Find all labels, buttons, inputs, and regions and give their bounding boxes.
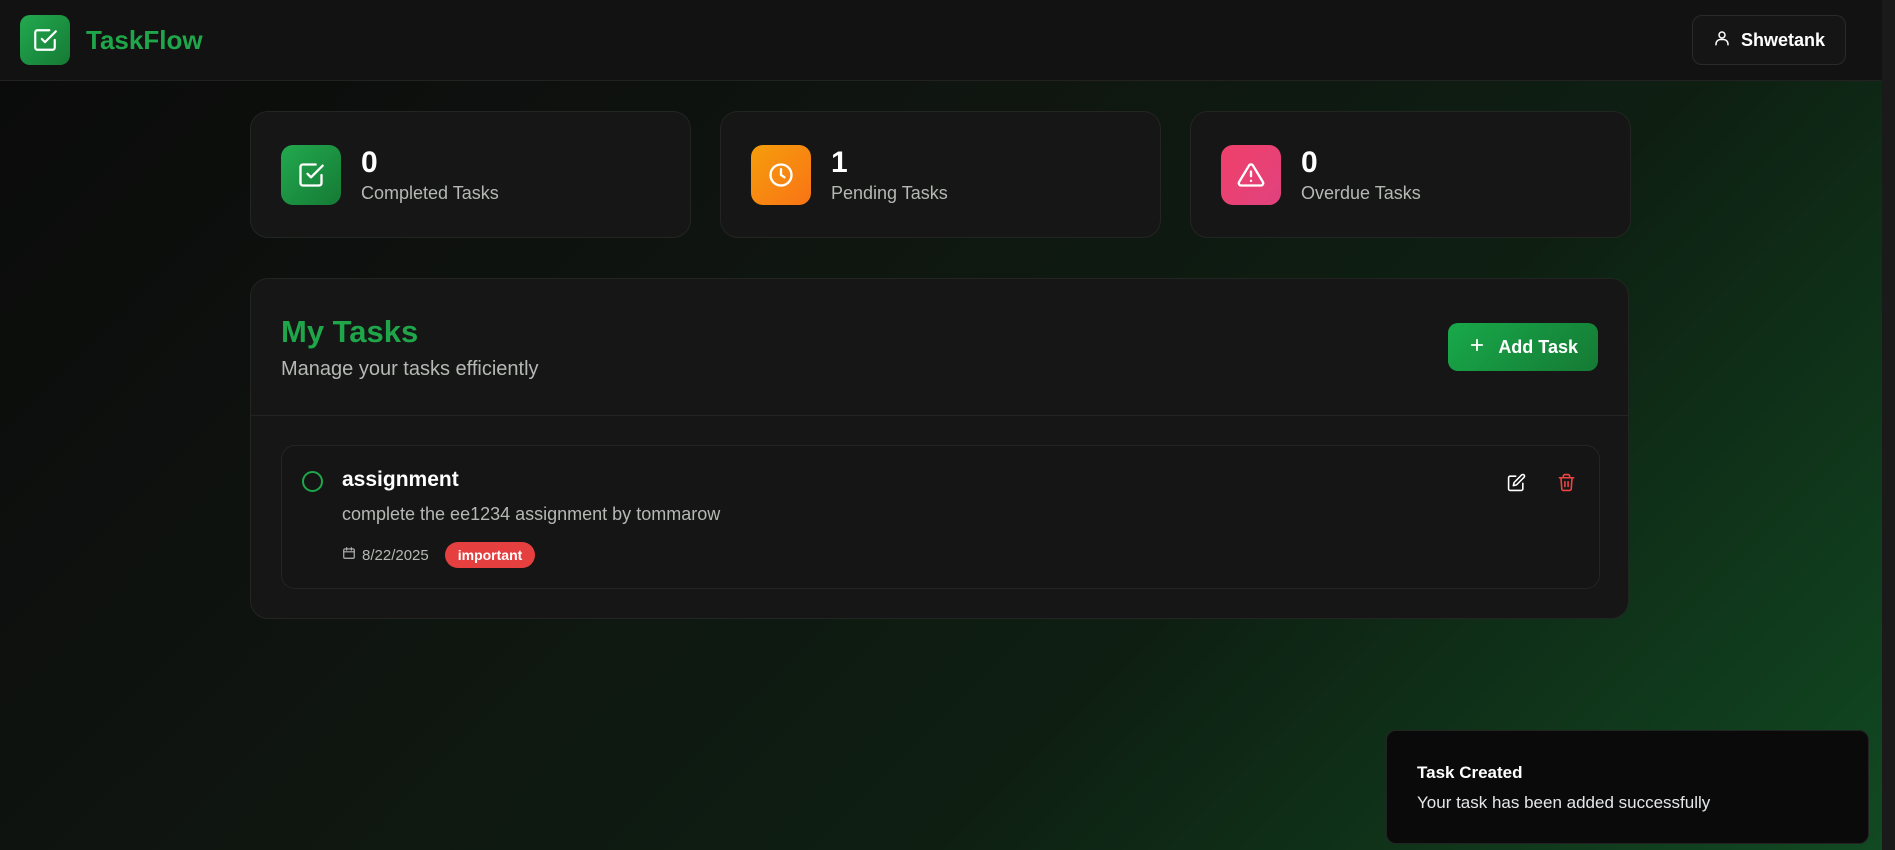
page-scrollbar[interactable] [1882,0,1895,850]
toast-message: Your task has been added successfully [1417,793,1711,812]
user-icon [1713,29,1731,52]
task-description: complete the ee1234 assignment by tommar… [342,504,721,524]
task-priority-badge: important [444,542,536,568]
brand-name: TaskFlow [86,24,203,55]
edit-icon [1507,473,1526,497]
alert-triangle-icon [1221,144,1281,205]
toast-title: Task Created [1417,763,1523,782]
edit-task-button[interactable] [1503,472,1529,498]
task-date-text: 8/22/2025 [362,546,429,564]
stat-value: 0 [361,145,378,179]
stat-label: Overdue Tasks [1301,182,1421,203]
trash-icon [1557,473,1576,497]
stat-value: 1 [831,145,848,179]
user-name: Shwetank [1740,29,1825,50]
plus-icon [1468,336,1486,359]
tasks-title: My Tasks [281,313,419,349]
toast-notification[interactable]: Task Created Your task has been added su… [1386,730,1869,844]
check-square-icon [281,144,341,205]
user-menu-button[interactable]: Shwetank [1691,15,1846,65]
stat-label: Completed Tasks [361,182,499,203]
task-meta: 8/22/2025 important [342,542,536,568]
add-task-button[interactable]: Add Task [1448,323,1598,371]
stat-value: 0 [1301,145,1318,179]
top-header: TaskFlow Shwetank [0,0,1882,81]
delete-task-button[interactable] [1553,472,1579,498]
stat-card-pending: 1 Pending Tasks [720,111,1161,238]
stat-card-completed: 0 Completed Tasks [250,111,691,238]
task-due-date: 8/22/2025 [342,546,429,564]
task-complete-checkbox[interactable] [302,471,323,492]
task-item: assignment complete the ee1234 assignmen… [281,445,1600,589]
brand[interactable]: TaskFlow [20,15,203,65]
tasks-subtitle: Manage your tasks efficiently [281,357,539,380]
tasks-panel: My Tasks Manage your tasks efficiently A… [250,278,1629,619]
calendar-icon [342,546,356,564]
clock-icon [751,144,811,205]
stat-label: Pending Tasks [831,182,948,203]
task-actions [1503,472,1579,498]
stat-card-overdue: 0 Overdue Tasks [1190,111,1631,238]
task-title: assignment [342,468,459,491]
tasks-panel-header: My Tasks Manage your tasks efficiently A… [251,279,1628,416]
brand-logo-icon [20,15,70,65]
add-task-label: Add Task [1498,336,1578,357]
